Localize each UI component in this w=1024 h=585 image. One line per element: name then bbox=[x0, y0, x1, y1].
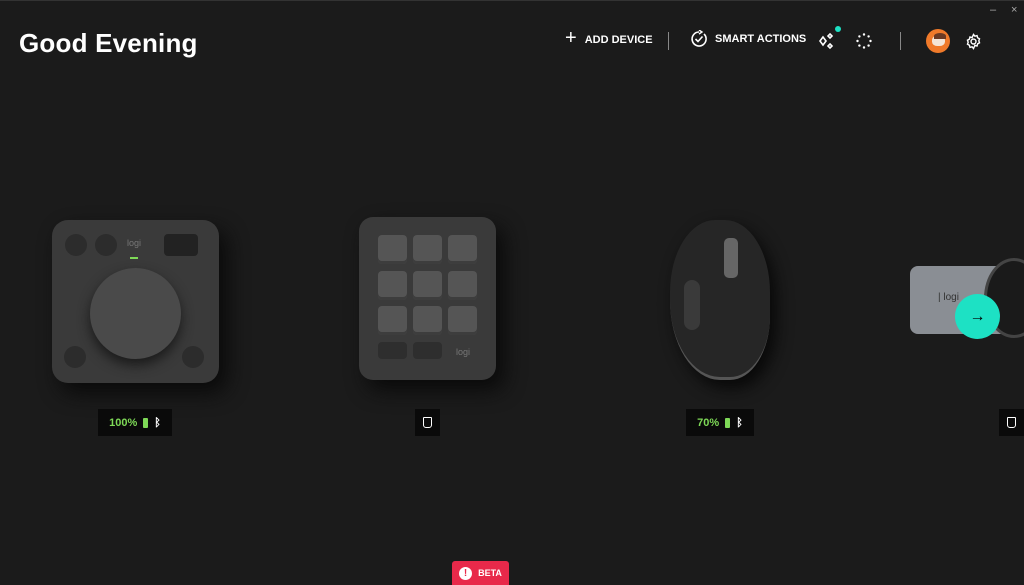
avatar[interactable] bbox=[926, 29, 950, 53]
bluetooth-icon: ᛒ bbox=[154, 416, 161, 429]
add-device-button[interactable]: + ADD DEVICE bbox=[565, 27, 653, 50]
sparkle-button[interactable] bbox=[817, 26, 841, 57]
smart-actions-label: SMART ACTIONS bbox=[715, 33, 807, 45]
close-button[interactable]: × bbox=[1011, 4, 1017, 16]
beta-badge[interactable]: ! BETA bbox=[452, 561, 509, 585]
sparkle-icon bbox=[819, 32, 834, 50]
page-title: Good Evening bbox=[19, 28, 198, 58]
device-dialpad[interactable]: logi bbox=[52, 220, 219, 383]
add-device-label: ADD DEVICE bbox=[584, 34, 653, 46]
next-device-button[interactable]: → bbox=[955, 294, 1000, 339]
receiver-status-webcam bbox=[999, 409, 1024, 436]
divider bbox=[668, 32, 669, 50]
minimize-button[interactable]: – bbox=[990, 4, 996, 16]
battery-status-mouse: 70% ᛒ bbox=[686, 409, 754, 436]
receiver-icon bbox=[1007, 417, 1016, 428]
battery-percent: 70% bbox=[697, 416, 720, 429]
battery-status-dialpad: 100% ᛒ bbox=[98, 409, 172, 436]
receiver-icon bbox=[423, 417, 432, 428]
receiver-status-keypad bbox=[415, 409, 440, 436]
gear-icon bbox=[966, 33, 981, 50]
window-border bbox=[0, 0, 1024, 1]
battery-icon bbox=[143, 417, 149, 428]
smart-actions-button[interactable]: SMART ACTIONS bbox=[690, 30, 806, 48]
loading-button[interactable] bbox=[856, 33, 872, 54]
beta-label: BETA bbox=[478, 568, 502, 578]
device-mouse[interactable] bbox=[664, 220, 774, 382]
alert-icon: ! bbox=[459, 566, 473, 580]
smart-actions-icon bbox=[691, 30, 707, 47]
plus-icon: + bbox=[565, 27, 577, 49]
divider bbox=[900, 32, 901, 50]
bluetooth-icon: ᛒ bbox=[736, 416, 743, 429]
notification-dot bbox=[835, 26, 841, 32]
device-keypad[interactable]: logi bbox=[359, 217, 496, 380]
battery-percent: 100% bbox=[109, 416, 138, 429]
arrow-right-icon: → bbox=[969, 307, 986, 325]
loading-dots-icon bbox=[856, 33, 872, 49]
battery-icon bbox=[725, 417, 731, 428]
settings-button[interactable] bbox=[965, 33, 982, 55]
